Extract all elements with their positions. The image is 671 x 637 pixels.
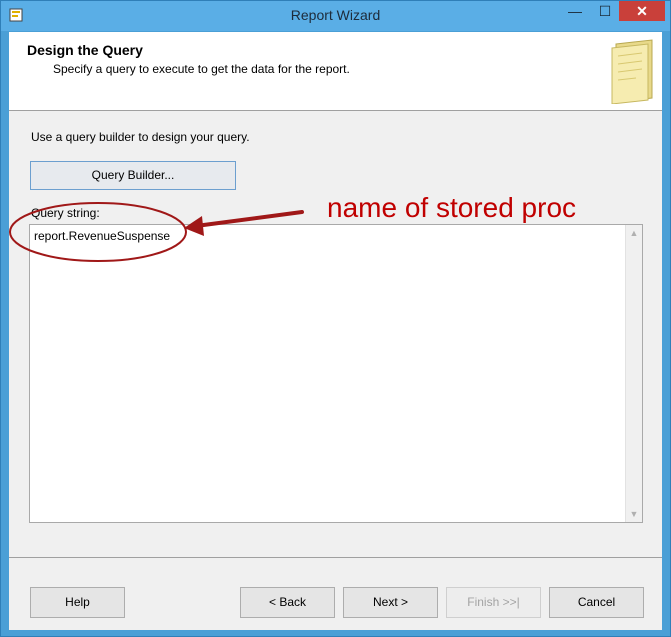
annotation-label: name of stored proc xyxy=(327,192,577,223)
annotation-arrow-line xyxy=(194,210,304,228)
annotation-arrowhead xyxy=(184,216,204,236)
annotation-ellipse xyxy=(9,202,187,262)
annotation-overlay xyxy=(9,202,304,262)
